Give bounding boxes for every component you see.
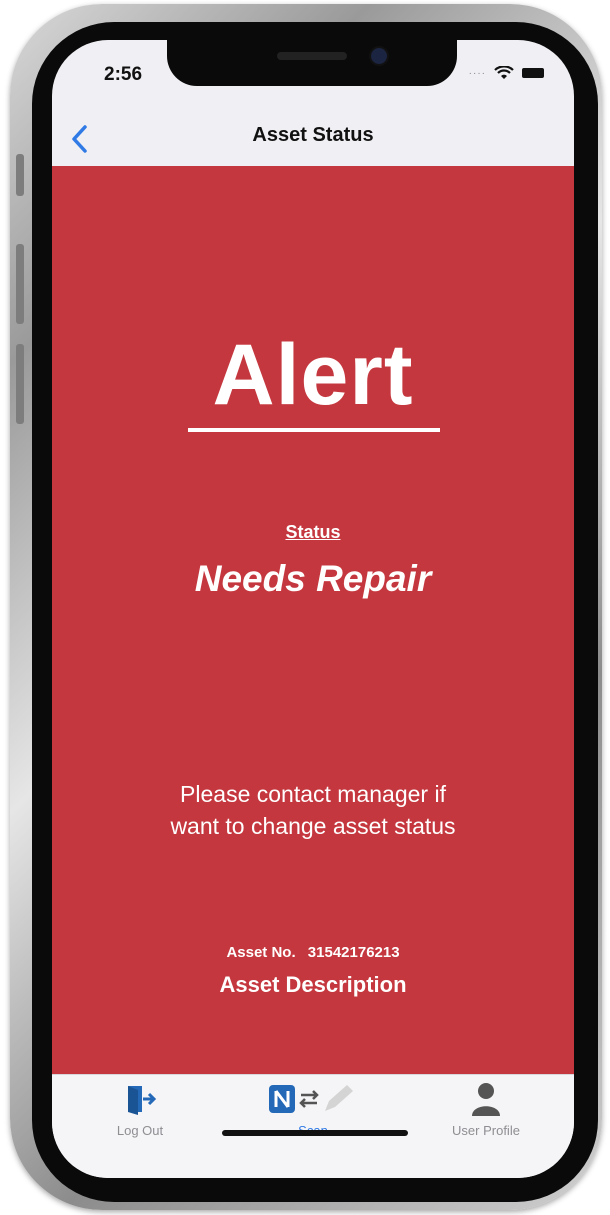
front-camera <box>369 46 389 66</box>
asset-no-value: 31542176213 <box>307 944 400 961</box>
tab-label-user-profile: User Profile <box>452 1123 520 1138</box>
asset-number-row: Asset No. 31542176213 <box>52 944 574 961</box>
signal-dots-icon: ···· <box>468 67 486 79</box>
status-value: Needs Repair <box>194 558 432 599</box>
home-indicator[interactable] <box>222 1130 408 1136</box>
user-profile-icon <box>472 1083 500 1116</box>
tab-user-profile[interactable]: User Profile <box>406 1081 566 1138</box>
message-line-2: want to change asset status <box>170 813 456 839</box>
asset-description: Asset Description <box>219 972 407 997</box>
tab-log-out[interactable]: Log Out <box>60 1081 220 1138</box>
battery-icon <box>522 68 544 78</box>
wifi-icon <box>494 66 514 79</box>
status-label: Status <box>285 522 341 542</box>
volume-up-button <box>16 244 24 324</box>
alert-panel: Alert Status Needs Repair Please contact… <box>52 166 574 1074</box>
navigation-bar: Asset Status <box>52 110 574 166</box>
phone-screen: 2:56 ···· Asset Status Alert Status Need… <box>52 40 574 1178</box>
tab-label-log-out: Log Out <box>116 1123 164 1138</box>
nfc-scan-icon <box>269 1085 353 1113</box>
logout-door-icon <box>128 1086 157 1115</box>
speaker-grille <box>277 52 347 60</box>
status-indicators: ···· <box>469 66 544 80</box>
page-title: Asset Status <box>252 124 374 146</box>
alert-heading: Alert <box>212 327 414 423</box>
status-time: 2:56 <box>104 64 143 85</box>
message-line-1: Please contact manager if <box>180 781 446 807</box>
contact-manager-message: Please contact manager if want to change… <box>112 778 514 842</box>
asset-no-label: Asset No. <box>226 944 296 961</box>
volume-down-button <box>16 344 24 424</box>
tab-bar: Log Out Scan User Profile <box>52 1074 574 1178</box>
silent-switch <box>16 154 24 196</box>
alert-underline <box>188 428 440 432</box>
notch <box>167 40 457 86</box>
